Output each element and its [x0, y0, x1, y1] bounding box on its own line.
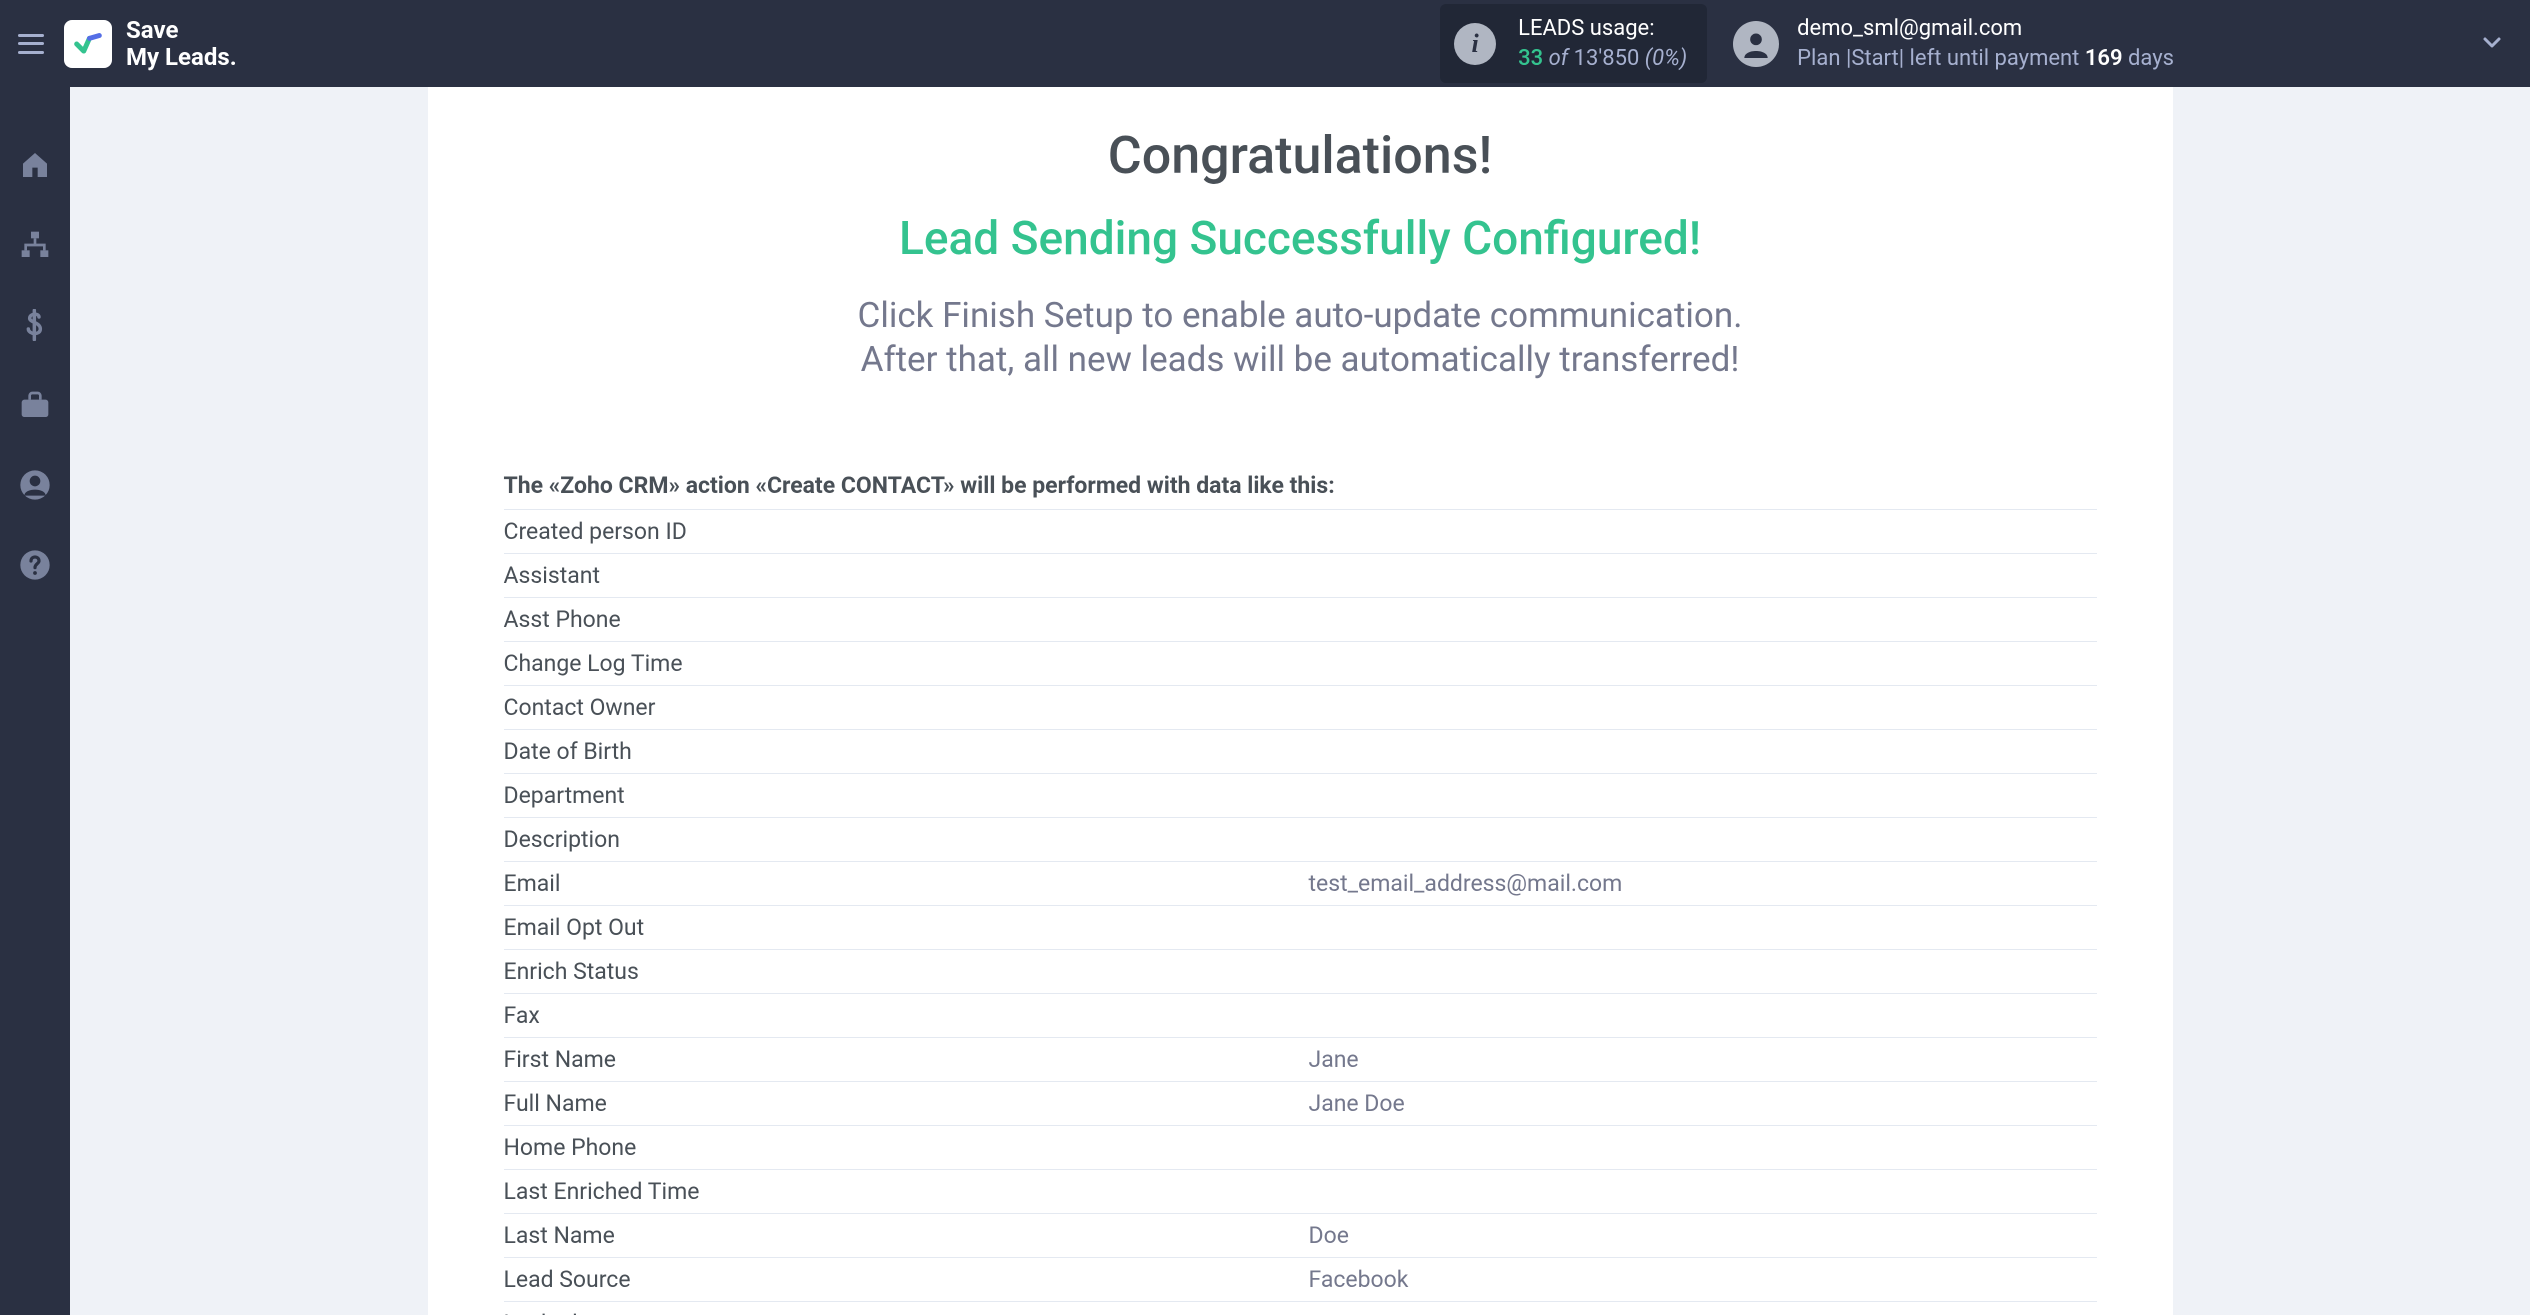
row-value: Jane [1309, 1046, 1359, 1073]
row-value: test_email_address@mail.com [1309, 870, 1623, 897]
row-label: Department [504, 782, 1309, 809]
table-row: Fax [504, 994, 2097, 1038]
top-header: Save My Leads. i LEADS usage: 33 of 13'8… [0, 0, 2530, 87]
action-description: The «Zoho CRM» action «Create CONTACT» w… [504, 472, 2097, 509]
row-label: Email [504, 870, 1309, 897]
logo-icon [64, 20, 112, 68]
page-hint: Click Finish Setup to enable auto-update… [504, 294, 2097, 382]
row-label: Asst Phone [504, 606, 1309, 633]
row-label: Lead Source [504, 1266, 1309, 1293]
row-label: Contact Owner [504, 694, 1309, 721]
sidebar-item-help[interactable] [13, 543, 57, 587]
account-text: demo_sml@gmail.com Plan |Start| left unt… [1797, 14, 2174, 73]
table-row: Last Enriched Time [504, 1170, 2097, 1214]
question-icon [19, 549, 51, 581]
dollar-icon [23, 309, 47, 341]
user-circle-icon [19, 469, 51, 501]
account-menu[interactable]: demo_sml@gmail.com Plan |Start| left unt… [1733, 14, 2174, 73]
table-row: Change Log Time [504, 642, 2097, 686]
avatar [1733, 21, 1779, 67]
table-row: Email Opt Out [504, 906, 2097, 950]
data-rows: Created person ID Assistant Asst Phone Chan… [504, 509, 2097, 1315]
logo[interactable]: Save My Leads. [64, 17, 237, 70]
home-icon [19, 149, 51, 181]
table-row: Asst Phone [504, 598, 2097, 642]
row-label: Assistant [504, 562, 1309, 589]
chevron-down-icon [2480, 30, 2504, 54]
table-row: Locked [504, 1302, 2097, 1315]
row-label: Full Name [504, 1090, 1309, 1117]
row-value: Doe [1309, 1222, 1349, 1249]
briefcase-icon [19, 391, 51, 419]
row-label: Last Enriched Time [504, 1178, 1309, 1205]
info-icon: i [1454, 23, 1496, 65]
table-row: Description [504, 818, 2097, 862]
hamburger-icon [18, 34, 44, 54]
sidebar-item-billing[interactable] [13, 303, 57, 347]
row-label: Created person ID [504, 518, 1309, 545]
table-row: Last NameDoe [504, 1214, 2097, 1258]
row-value: Facebook [1309, 1266, 1409, 1293]
account-dropdown-button[interactable] [2480, 30, 2504, 58]
logo-text: Save My Leads. [126, 17, 237, 70]
hamburger-menu-button[interactable] [6, 19, 56, 69]
table-row: Home Phone [504, 1126, 2097, 1170]
table-row: Created person ID [504, 510, 2097, 554]
row-label: Home Phone [504, 1134, 1309, 1161]
row-value: Jane Doe [1309, 1090, 1405, 1117]
usage-text: LEADS usage: 33 of 13'850 (0%) [1518, 14, 1687, 73]
content-area: Congratulations! Lead Sending Successful… [70, 87, 2530, 1315]
table-row: Lead SourceFacebook [504, 1258, 2097, 1302]
sidebar-item-connections[interactable] [13, 223, 57, 267]
table-row: Assistant [504, 554, 2097, 598]
usage-box[interactable]: i LEADS usage: 33 of 13'850 (0%) [1440, 4, 1707, 83]
sidebar-item-partner[interactable] [13, 383, 57, 427]
table-row: Contact Owner [504, 686, 2097, 730]
row-label: Locked [504, 1310, 1309, 1315]
row-label: Last Name [504, 1222, 1309, 1249]
sidebar [0, 87, 70, 1315]
row-label: Date of Birth [504, 738, 1309, 765]
table-row: Full NameJane Doe [504, 1082, 2097, 1126]
row-label: Description [504, 826, 1309, 853]
main-card: Congratulations! Lead Sending Successful… [428, 87, 2173, 1315]
page-subtitle: Lead Sending Successfully Configured! [504, 212, 2097, 266]
sitemap-icon [19, 229, 51, 261]
row-label: Email Opt Out [504, 914, 1309, 941]
table-row: Date of Birth [504, 730, 2097, 774]
checkmark-icon [71, 27, 105, 61]
sidebar-item-account[interactable] [13, 463, 57, 507]
user-icon [1742, 30, 1770, 58]
page-title: Congratulations! [504, 125, 2097, 186]
row-label: Fax [504, 1002, 1309, 1029]
row-label: Change Log Time [504, 650, 1309, 677]
table-row: Department [504, 774, 2097, 818]
table-row: Emailtest_email_address@mail.com [504, 862, 2097, 906]
sidebar-item-home[interactable] [13, 143, 57, 187]
row-label: Enrich Status [504, 958, 1309, 985]
row-label: First Name [504, 1046, 1309, 1073]
table-row: First NameJane [504, 1038, 2097, 1082]
table-row: Enrich Status [504, 950, 2097, 994]
